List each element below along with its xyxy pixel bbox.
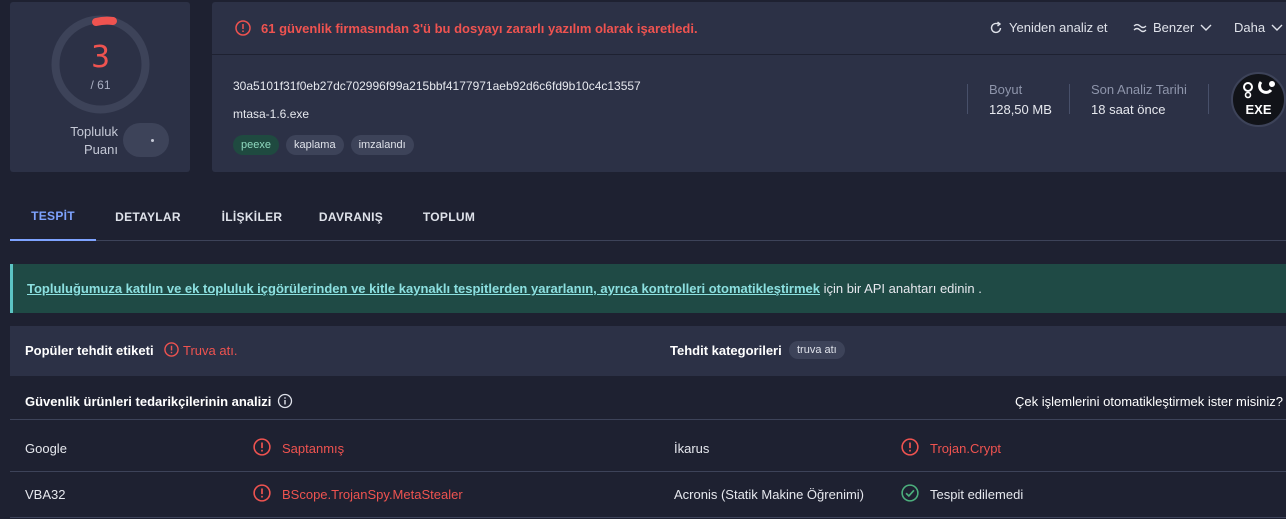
banner-text: Topluluğumuza katılın ve ek topluluk içg… bbox=[27, 281, 982, 296]
tab-relations[interactable]: İLİŞKİLER bbox=[210, 193, 294, 241]
popular-threat-label: Popüler tehdit etiketi bbox=[25, 343, 154, 358]
vendor-name: VBA32 bbox=[25, 487, 66, 502]
tab-details[interactable]: DETAYLAR bbox=[107, 193, 189, 241]
threat-categories-label: Tehdit kategorileri bbox=[670, 343, 782, 358]
threat-summary-row: Popüler tehdit etiketi Truva atı. Tehdit… bbox=[10, 326, 1286, 376]
similar-label: Benzer bbox=[1153, 20, 1195, 35]
detection-total: / 61 bbox=[90, 78, 111, 92]
divider bbox=[1069, 84, 1070, 114]
check-circle-icon bbox=[901, 484, 919, 502]
community-score-toggle[interactable] bbox=[123, 123, 169, 157]
alert-circle-icon bbox=[164, 342, 179, 357]
refresh-icon bbox=[990, 20, 1002, 33]
reanalyze-label: Yeniden analiz et bbox=[1009, 20, 1108, 35]
banner-suffix: için bir API anahtarı edinin . bbox=[820, 281, 982, 296]
similar-icon bbox=[1133, 23, 1147, 32]
vendor-result: Saptanmış bbox=[282, 441, 345, 456]
tab-community[interactable]: TOPLUM bbox=[414, 193, 484, 241]
file-tags: peexe kaplama imzalandı bbox=[233, 135, 414, 155]
threat-category-chip[interactable]: truva atı bbox=[789, 341, 845, 359]
tag-kaplama[interactable]: kaplama bbox=[285, 135, 344, 155]
divider bbox=[967, 84, 968, 114]
tab-detection[interactable]: TESPİT bbox=[10, 193, 96, 241]
community-score-label: Topluluk Puanı bbox=[70, 124, 118, 157]
table-row: Google Saptanmış İkarus Trojan.Crypt bbox=[10, 426, 1286, 472]
file-summary-panel: 61 güvenlik firmasından 3'ü bu dosyayı z… bbox=[212, 2, 1286, 172]
vendors-title: Güvenlik ürünleri tedarikçilerinin anali… bbox=[25, 394, 272, 409]
tag-imzalandi[interactable]: imzalandı bbox=[350, 135, 414, 155]
reanalyze-button[interactable]: Yeniden analiz et bbox=[989, 20, 1108, 35]
alert-circle-icon bbox=[253, 484, 271, 502]
tag-peexe[interactable]: peexe bbox=[233, 135, 279, 155]
api-key-banner: Topluluğumuza katılın ve ek topluluk içg… bbox=[10, 264, 1286, 313]
more-label: Daha bbox=[1234, 20, 1266, 35]
tab-behavior[interactable]: DAVRANIŞ bbox=[312, 193, 390, 241]
vendor-name: Acronis (Statik Makine Öğrenimi) bbox=[674, 487, 864, 502]
file-size-label: Boyut bbox=[989, 82, 1023, 97]
file-type-badge: EXE bbox=[1231, 72, 1286, 127]
vendor-name: Google bbox=[25, 441, 67, 456]
alert-row: 61 güvenlik firmasından 3'ü bu dosyayı z… bbox=[212, 2, 1286, 55]
vendor-result: Trojan.Crypt bbox=[930, 441, 1002, 456]
file-type-label: EXE bbox=[1245, 102, 1272, 117]
popular-threat-value[interactable]: Truva atı. bbox=[183, 343, 237, 358]
automate-checks-text[interactable]: Çek işlemlerini otomatikleştirmek ister … bbox=[1015, 394, 1283, 409]
vendors-header: Güvenlik ürünleri tedarikçilerinin anali… bbox=[10, 384, 1286, 420]
chevron-down-icon bbox=[1271, 24, 1283, 31]
detection-count: 3 bbox=[90, 40, 111, 75]
file-name: mtasa-1.6.exe bbox=[233, 107, 310, 121]
community-score-value-dot bbox=[151, 139, 154, 142]
alert-text: 61 güvenlik firmasından 3'ü bu dosyayı z… bbox=[261, 21, 698, 36]
tab-bar: TESPİT DETAYLAR İLİŞKİLER DAVRANIŞ TOPLU… bbox=[10, 193, 1286, 241]
chevron-down-icon bbox=[1200, 24, 1212, 31]
alert-circle-icon bbox=[235, 20, 251, 36]
last-analysis-value: 18 saat önce bbox=[1091, 102, 1166, 117]
divider bbox=[1208, 84, 1209, 114]
gears-icon bbox=[1243, 81, 1275, 99]
info-icon[interactable] bbox=[277, 393, 293, 409]
similar-dropdown[interactable]: Benzer bbox=[1133, 20, 1212, 35]
file-hash[interactable]: 30a5101f31f0eb27dc702996f99a215bbf417797… bbox=[233, 79, 641, 93]
detection-score-card: 3 / 61 Topluluk Puanı bbox=[10, 2, 190, 172]
file-size-value: 128,50 MB bbox=[989, 102, 1052, 117]
vendor-name: İkarus bbox=[674, 441, 710, 456]
alert-circle-icon bbox=[901, 438, 919, 456]
vendor-result: Tespit edilemedi bbox=[930, 487, 1024, 502]
alert-circle-icon bbox=[253, 438, 271, 456]
vendor-result: BScope.TrojanSpy.MetaStealer bbox=[282, 487, 463, 502]
last-analysis-label: Son Analiz Tarihi bbox=[1091, 82, 1187, 97]
more-dropdown[interactable]: Daha bbox=[1234, 20, 1283, 35]
table-row: VBA32 BScope.TrojanSpy.MetaStealer Acron… bbox=[10, 472, 1286, 518]
join-community-link[interactable]: Topluluğumuza katılın ve ek topluluk içg… bbox=[27, 281, 820, 296]
